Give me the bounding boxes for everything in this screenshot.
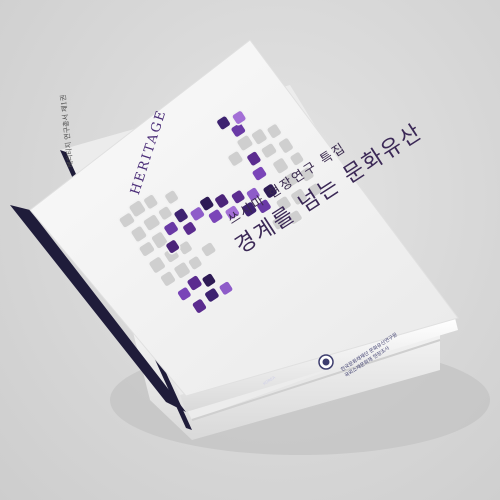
book-photo: HERITAGE 쓰시마 현장연구 특집 경계를 넘는 문화유산 헤리티지 연구… — [0, 0, 500, 500]
publisher-emblem-icon — [318, 354, 334, 370]
